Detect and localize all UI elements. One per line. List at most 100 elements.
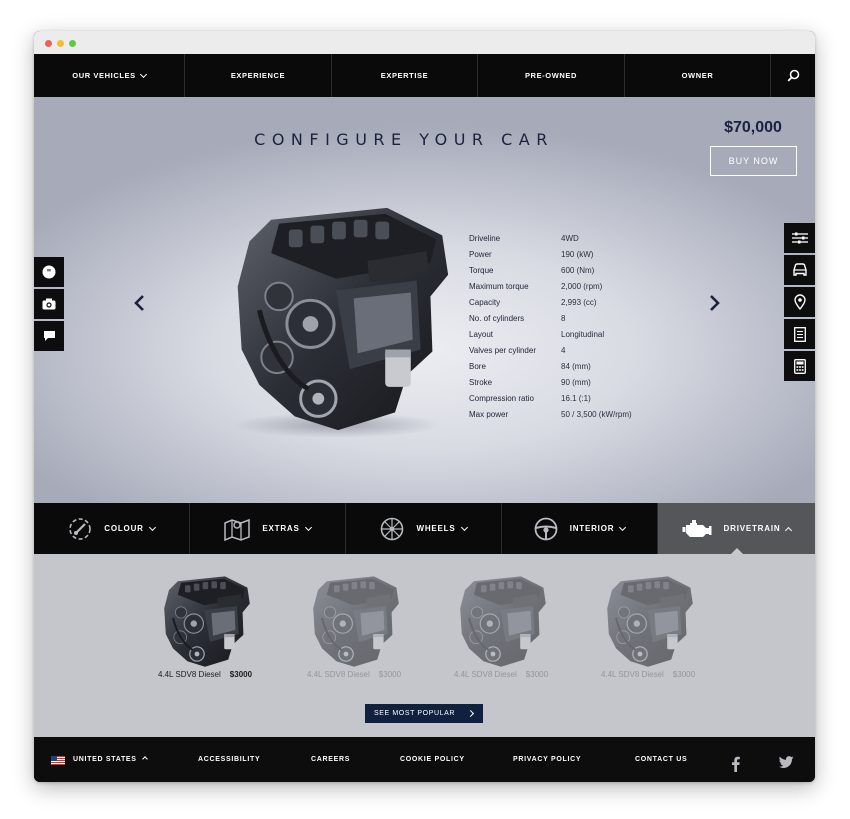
spec-value: 90 (mm) [561,377,591,387]
spec-label: Layout [469,329,494,339]
country-selector[interactable]: UNITED STATES [73,756,148,763]
search-icon [787,69,799,82]
spec-label: Power [469,249,492,259]
calculator-icon [793,358,806,374]
see-most-popular-button[interactable]: SEE MOST POPULAR [365,704,483,723]
spec-row: Capacity 2,993 (cc) [469,294,669,310]
footer-link-contact-us[interactable]: CONTACT US [635,756,687,763]
camera-button[interactable] [34,289,64,319]
tab-wheels[interactable]: WHEELS [346,503,502,554]
spec-row: Bore 84 (mm) [469,358,669,374]
option-caption: 4.4L SDV8 Diesel $3000 [145,670,265,679]
footer-link-accessibility[interactable]: ACCESSIBILITY [198,756,260,763]
location-pin-icon [793,294,806,310]
chevron-down-icon [460,523,468,531]
spec-value: 8 [561,313,566,323]
spec-row: Torque 600 (Nm) [469,262,669,278]
engine-thumbnail [163,575,251,668]
nav-item-pre-owned[interactable]: PRE-OWNED [478,54,625,97]
minimize-window-button[interactable] [57,40,64,47]
tab-extras[interactable]: EXTRAS [190,503,346,554]
svg-text:": " [47,269,52,279]
facebook-icon[interactable] [731,756,740,772]
us-flag-icon [51,756,65,765]
option-name: 4.4L SDV8 Diesel [453,670,517,679]
document-icon [793,326,806,342]
spec-value: 4 [561,345,566,355]
spec-label: Torque [469,265,494,275]
nav-item-owner[interactable]: OWNER [625,54,771,97]
nav-item-experience[interactable]: EXPERIENCE [185,54,332,97]
chevron-up-icon [141,756,148,762]
price-label: $70,000 [724,119,782,136]
option-price: $3000 [378,670,402,679]
nav-item-label: EXPERIENCE [230,71,286,80]
spec-label: No. of cylinders [469,313,525,323]
spec-value: 4WD [561,233,579,243]
engine-image [220,202,456,438]
chevron-down-icon [148,523,156,531]
previous-arrow-icon[interactable] [130,293,150,313]
spec-row: Compression ratio 16.1 (:1) [469,390,669,406]
footer-link-privacy-policy[interactable]: PRIVACY POLICY [513,756,581,763]
option-name: 4.4L SDV8 Diesel [600,670,664,679]
spec-row: Driveline 4WD [469,230,669,246]
left-tool-rail: " [34,257,64,353]
chat-button[interactable] [34,321,64,351]
spec-value: 600 (Nm) [561,265,595,275]
browser-titlebar [34,31,815,54]
paint-palette-icon [69,517,92,540]
camera-icon [42,298,56,310]
maximize-window-button[interactable] [69,40,76,47]
chat-icon [43,331,55,341]
tab-colour[interactable]: COLOUR [34,503,190,554]
spec-label: Max power [469,409,509,419]
engine-icon [682,519,712,537]
nav-item-expertise[interactable]: EXPERTISE [332,54,478,97]
spec-row: No. of cylinders 8 [469,310,669,326]
configurator-tabs: COLOUR EXTRAS WHEELS INTERIOR DRIVETRAIN [34,503,815,555]
nav-item-our-vehicles[interactable]: OUR VEHICLES [34,54,185,97]
search-button[interactable] [771,54,815,97]
nav-item-label: EXPERTISE [380,71,429,80]
tab-label: COLOUR [104,524,144,533]
main-nav: OUR VEHICLES EXPERIENCE EXPERTISE PRE-OW… [34,54,815,97]
filters-button[interactable] [784,223,815,253]
page-title: CONFIGURE YOUR CAR [254,130,554,149]
option-caption: 4.4L SDV8 Diesel $3000 [294,670,414,679]
twitter-icon[interactable] [779,756,794,768]
brochure-button[interactable] [784,319,815,349]
close-window-button[interactable] [45,40,52,47]
spec-row: Stroke 90 (mm) [469,374,669,390]
site-footer: UNITED STATES ACCESSIBILITY CAREERS COOK… [34,737,815,782]
spec-value: 2,993 (cc) [561,297,597,307]
spec-label: Maximum torque [469,281,529,291]
option-price: $3000 [525,670,549,679]
dealer-locator-button[interactable] [784,287,815,317]
quote-button[interactable]: " [34,257,64,287]
quote-icon: " [42,265,56,279]
browser-window: OUR VEHICLES EXPERIENCE EXPERTISE PRE-OW… [34,31,815,782]
tab-drivetrain[interactable]: DRIVETRAIN [658,503,815,555]
chevron-up-icon [785,526,793,534]
chevron-right-icon [466,709,475,718]
finance-calculator-button[interactable] [784,351,815,381]
next-arrow-icon[interactable] [704,293,724,313]
spec-value: 50 / 3,500 (kW/rpm) [561,409,632,419]
option-name: 4.4L SDV8 Diesel [306,670,370,679]
spec-row: Power 190 (kW) [469,246,669,262]
option-caption: 4.4L SDV8 Diesel $3000 [588,670,708,679]
tab-label: DRIVETRAIN [723,524,781,533]
footer-link-cookie-policy[interactable]: COOKIE POLICY [400,756,465,763]
car-front-icon [792,263,807,276]
footer-link-careers[interactable]: CAREERS [311,756,350,763]
buy-now-button[interactable]: BUY NOW [710,146,797,176]
option-price: $3000 [229,670,253,679]
spec-label: Capacity [469,297,501,307]
vehicle-button[interactable] [784,255,815,285]
engine-thumbnail [459,575,547,668]
wheel-icon [381,517,404,540]
tab-interior[interactable]: INTERIOR [502,503,658,554]
map-icon [224,518,251,541]
engine-thumbnail [312,575,400,668]
